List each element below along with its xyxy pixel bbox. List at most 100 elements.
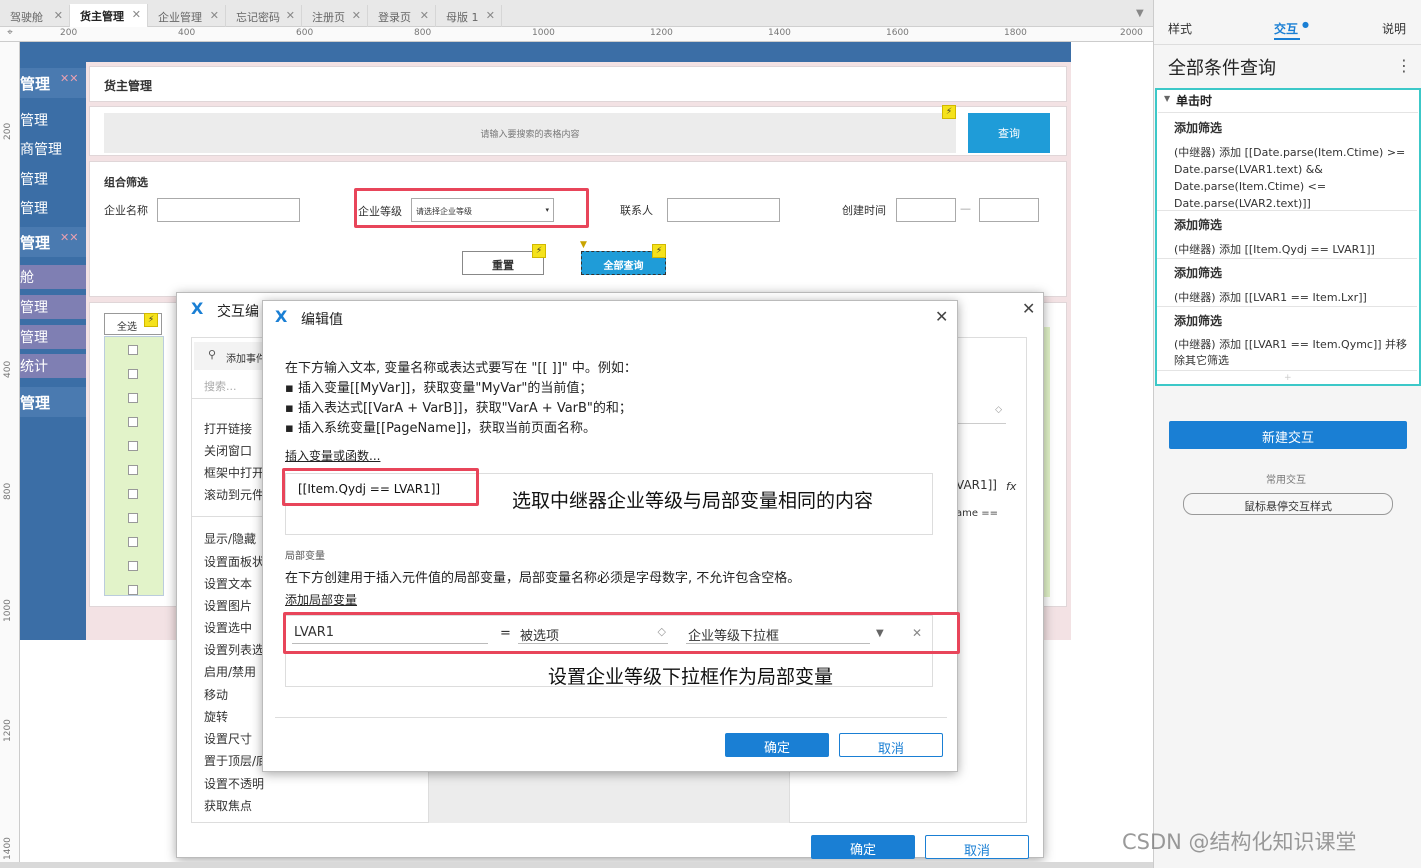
ruler-label: 400 (3, 360, 13, 378)
outer-ok-button[interactable]: 确定 (811, 835, 915, 859)
expand-icon[interactable]: ▼ (1164, 94, 1170, 103)
action-search-input[interactable]: 搜索... (204, 378, 237, 394)
local-variable-heading: 局部变量 (285, 551, 325, 562)
action-item[interactable]: 显示/隐藏 (204, 530, 256, 547)
add-local-variable-link[interactable]: 添加局部变量 (285, 591, 357, 608)
close-icon[interactable]: ✕ (132, 8, 141, 21)
case-item[interactable]: 添加筛选 (中继器) 添加 [[Date.parse(Item.Ctime) >… (1157, 116, 1417, 211)
nav-item[interactable]: 商管理 (20, 139, 62, 159)
case-title: 添加筛选 (1174, 218, 1223, 232)
nav-label: 管理 (20, 394, 51, 412)
close-icon[interactable]: ✕ (54, 9, 63, 22)
action-item[interactable]: 设置面板状 (204, 553, 264, 570)
close-icon[interactable]: ✕ (420, 9, 429, 22)
fx-icon[interactable]: fx (1006, 480, 1016, 493)
company-name-field[interactable] (157, 198, 300, 222)
tab-doc-2[interactable]: 企业管理 ✕ (148, 5, 226, 27)
bottom-scrollbar[interactable] (0, 862, 1153, 868)
filter-box: 组合筛选 企业名称 企业等级 请选择企业等级 ▾ 联系人 创建时间 — 重置 ⚡ … (89, 161, 1067, 297)
new-interaction-button[interactable]: 新建交互 (1169, 421, 1407, 449)
nav-item[interactable]: 管理 (20, 169, 48, 189)
action-item[interactable]: 设置列表选 (204, 641, 264, 658)
close-icon[interactable]: ✕ (935, 307, 948, 326)
action-item[interactable]: 设置图片 (204, 597, 252, 614)
row-checkbox[interactable] (128, 561, 138, 571)
nav-group-header[interactable]: 管理 (20, 387, 86, 417)
row-checkbox[interactable] (128, 417, 138, 427)
action-item[interactable]: 设置不透明 (204, 775, 264, 792)
nav-item[interactable]: 统计 (20, 354, 86, 378)
row-checkbox[interactable] (128, 345, 138, 355)
action-item[interactable]: 移动 (204, 686, 228, 703)
nav-group-header[interactable]: 管理 ✕✕ (20, 68, 86, 98)
nav-group-header[interactable]: 管理 ✕✕ (20, 227, 86, 257)
tab-doc-3[interactable]: 忘记密码 ✕ (226, 5, 302, 27)
annotation-text: 设置企业等级下拉框作为局部变量 (548, 666, 834, 688)
row-checkbox[interactable] (128, 513, 138, 523)
nav-item[interactable]: 舱 (20, 265, 86, 289)
close-icon[interactable]: ✕ (210, 9, 219, 22)
case-item[interactable]: 添加筛选 (中继器) 添加 [[LVAR1 == Item.Qymc]] 并移除… (1157, 309, 1417, 371)
close-icon[interactable]: ✕ (352, 9, 361, 22)
tab-doc-5[interactable]: 登录页 ✕ (368, 5, 436, 27)
row-checkbox[interactable] (128, 537, 138, 547)
contact-field[interactable] (667, 198, 780, 222)
search-button[interactable]: 查询 (968, 113, 1050, 153)
action-item[interactable]: 关闭窗口 (204, 442, 252, 459)
row-checkbox[interactable] (128, 489, 138, 499)
outer-cancel-button[interactable]: 取消 (925, 835, 1029, 859)
ruler-origin-icon: ⌖ (0, 27, 20, 42)
action-item[interactable]: 设置文本 (204, 575, 252, 592)
edit-ok-button[interactable]: 确定 (725, 733, 829, 757)
partial-field[interactable]: ◇ (956, 400, 1006, 424)
action-item[interactable]: 设置选中 (204, 619, 252, 636)
local-variable-description: 在下方创建用于插入元件值的局部变量，局部变量名称必须是字母数字, 不允许包含空格… (285, 571, 801, 586)
tab-style[interactable]: 样式 (1168, 20, 1192, 37)
action-item[interactable]: 打开链接 (204, 420, 252, 437)
nav-item[interactable]: 管理 (20, 295, 86, 319)
tab-interaction[interactable]: 交互 (1274, 20, 1298, 37)
row-checkbox[interactable] (128, 441, 138, 451)
action-item[interactable]: 设置尺寸 (204, 730, 252, 747)
event-name[interactable]: 单击时 (1176, 92, 1212, 109)
row-checkbox[interactable] (128, 393, 138, 403)
start-date-field[interactable] (896, 198, 956, 222)
collapse-icon[interactable]: ✕✕ (60, 72, 78, 85)
hover-style-button[interactable]: 鼠标悬停交互样式 (1183, 493, 1393, 515)
tab-doc-6[interactable]: 母版 1 ✕ (436, 5, 502, 27)
action-item[interactable]: 启用/禁用 (204, 663, 256, 680)
more-options-icon[interactable]: ⋮ (1396, 56, 1412, 75)
nav-item[interactable]: 管理 (20, 198, 48, 218)
action-item[interactable]: 框架中打开 (204, 464, 264, 481)
edit-cancel-button[interactable]: 取消 (839, 733, 943, 757)
nav-item[interactable]: 管理 (20, 325, 86, 349)
tab-notes[interactable]: 说明 (1382, 20, 1406, 37)
tab-doc-1[interactable]: 货主管理 ✕ (70, 4, 148, 28)
annotation-text: 选取中继器企业等级与局部变量相同的内容 (512, 490, 874, 512)
action-item[interactable]: 获取焦点 (204, 797, 252, 814)
row-checkbox[interactable] (128, 585, 138, 595)
row-checkbox[interactable] (128, 369, 138, 379)
action-item[interactable]: 置于顶层/底 (204, 752, 268, 769)
axure-logo-icon: ꓫ (191, 299, 204, 318)
close-icon[interactable]: ✕ (486, 9, 495, 22)
nav-item[interactable]: 管理 (20, 110, 48, 130)
collapse-icon[interactable]: ✕✕ (60, 231, 78, 244)
add-icon[interactable]: + (1284, 373, 1292, 383)
insert-variable-link[interactable]: 插入变量或函数... (285, 447, 380, 464)
case-item[interactable]: 添加筛选 (中继器) 添加 [[Item.Qydj == LVAR1]] (1157, 213, 1417, 259)
vertical-ruler: 200 400 800 1000 1200 1400 (0, 42, 20, 868)
action-item[interactable]: 滚动到元件 (204, 486, 264, 503)
tab-overflow-icon[interactable]: ▼ (1136, 8, 1144, 19)
search-input[interactable]: 请输入要搜索的表格内容 (104, 113, 956, 153)
case-title: 添加筛选 (1174, 121, 1223, 135)
row-checkbox[interactable] (128, 465, 138, 475)
tab-doc-0[interactable]: 驾驶舱 ✕ (0, 5, 70, 27)
case-item[interactable]: 添加筛选 (中继器) 添加 [[LVAR1 == Item.Lxr]] (1157, 261, 1417, 307)
tab-doc-4[interactable]: 注册页 ✕ (302, 5, 368, 27)
close-icon[interactable]: ✕ (1022, 299, 1035, 318)
action-item[interactable]: 旋转 (204, 708, 228, 725)
lightning-icon: ⚡ (144, 313, 158, 327)
close-icon[interactable]: ✕ (286, 9, 295, 22)
end-date-field[interactable] (979, 198, 1039, 222)
